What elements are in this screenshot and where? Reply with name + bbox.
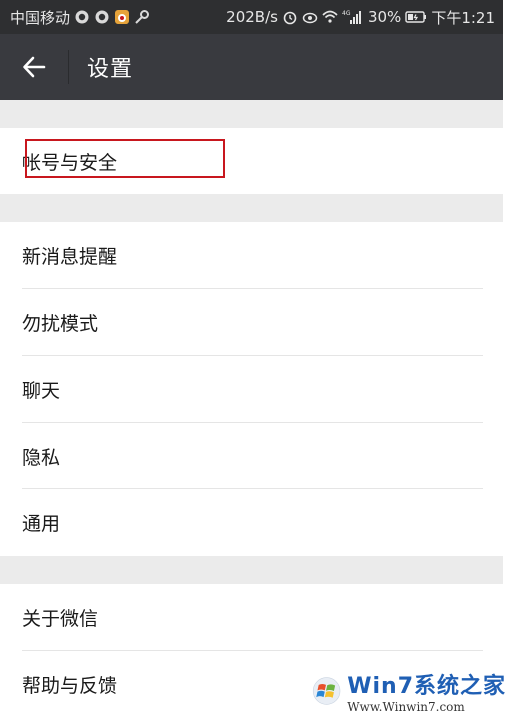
- eye-icon: [302, 9, 318, 25]
- carrier-label: 中国移动: [10, 8, 71, 27]
- alarm-icon: [282, 9, 298, 25]
- settings-item-label: 隐私: [22, 446, 61, 469]
- section-gap: [0, 100, 503, 128]
- arrow-left-icon: [23, 56, 46, 78]
- settings-item-account-security[interactable]: 帐号与安全: [0, 128, 503, 194]
- qq-icon: [94, 9, 110, 25]
- right-edge: [503, 0, 509, 718]
- settings-item-label: 关于微信: [22, 607, 99, 630]
- settings-item-label: 帐号与安全: [22, 151, 118, 174]
- signal-icon: 4G: [342, 9, 364, 25]
- qq-icon: [74, 9, 90, 25]
- settings-item-chat[interactable]: 聊天: [0, 356, 503, 422]
- settings-item-label: 聊天: [22, 379, 61, 402]
- status-left: 中国移动: [10, 7, 150, 28]
- battery-percent: 30%: [367, 8, 402, 26]
- wifi-icon: [322, 9, 338, 25]
- settings-item-label: 通用: [22, 512, 61, 535]
- page-title: 设置: [87, 57, 134, 82]
- watermark-url: Www.Winwin7.com: [347, 700, 465, 714]
- key-icon: [134, 9, 150, 25]
- watermark: Win7系统之家 Www.Winwin7.com: [312, 664, 506, 718]
- settings-item-label: 勿扰模式: [22, 312, 99, 335]
- back-button[interactable]: [0, 34, 68, 100]
- weibo-icon: [114, 9, 130, 25]
- nav-bar: 设置: [0, 34, 503, 100]
- section-gap: [0, 556, 503, 584]
- status-right: 202B/s 4G 30% 下午1:21: [226, 7, 495, 28]
- windows-logo-icon: [312, 677, 341, 705]
- watermark-text: Win7系统之家 Www.Winwin7.com: [347, 668, 506, 714]
- status-bar: 中国移动 202B/s 4G 30% 下午1:21: [0, 0, 503, 34]
- settings-item-do-not-disturb[interactable]: 勿扰模式: [0, 289, 503, 355]
- nav-divider: [68, 50, 69, 84]
- clock: 下午1:21: [431, 8, 495, 27]
- settings-item-about-wechat[interactable]: 关于微信: [0, 584, 503, 650]
- settings-item-new-message-notifications[interactable]: 新消息提醒: [0, 222, 503, 288]
- settings-item-label: 帮助与反馈: [22, 674, 118, 697]
- watermark-brand: Win7系统之家: [347, 674, 506, 699]
- settings-item-general[interactable]: 通用: [0, 489, 503, 555]
- network-speed: 202B/s: [226, 8, 278, 26]
- settings-item-privacy[interactable]: 隐私: [0, 423, 503, 489]
- section-gap: [0, 194, 503, 222]
- signal-tag: 4G: [342, 10, 351, 17]
- settings-item-label: 新消息提醒: [22, 245, 118, 268]
- battery-icon: [405, 9, 427, 25]
